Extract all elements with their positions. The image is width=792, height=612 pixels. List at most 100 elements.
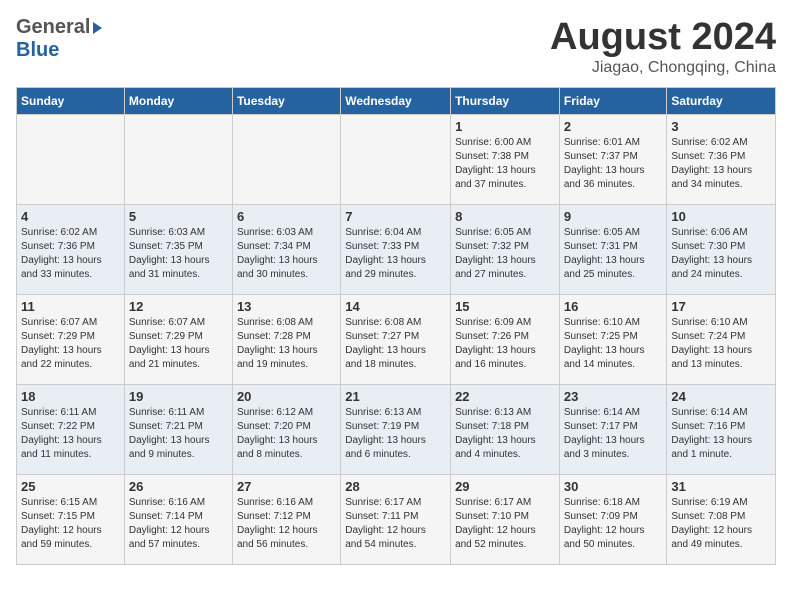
calendar-cell	[232, 115, 340, 205]
calendar-cell: 25Sunrise: 6:15 AM Sunset: 7:15 PM Dayli…	[17, 475, 125, 565]
day-number: 2	[564, 119, 663, 134]
column-header-thursday: Thursday	[451, 88, 560, 115]
calendar-cell	[341, 115, 451, 205]
cell-info: Sunrise: 6:10 AM Sunset: 7:25 PM Dayligh…	[564, 316, 663, 372]
cell-info: Sunrise: 6:13 AM Sunset: 7:18 PM Dayligh…	[455, 406, 555, 462]
cell-info: Sunrise: 6:11 AM Sunset: 7:22 PM Dayligh…	[21, 406, 120, 462]
cell-info: Sunrise: 6:01 AM Sunset: 7:37 PM Dayligh…	[564, 136, 663, 192]
column-header-monday: Monday	[124, 88, 232, 115]
calendar-cell: 31 Sunrise: 6:19 AM Sunset: 7:08 PM Dayli…	[667, 475, 776, 565]
calendar-cell: 12Sunrise: 6:07 AM Sunset: 7:29 PM Dayli…	[124, 295, 232, 385]
day-number: 15	[455, 299, 555, 314]
title-area: August 2024 Jiagao, Chongqing, China	[550, 16, 776, 77]
calendar-cell: 8Sunrise: 6:05 AM Sunset: 7:32 PM Daylig…	[451, 205, 560, 295]
cell-info: Sunrise: 6:15 AM Sunset: 7:15 PM Dayligh…	[21, 496, 120, 552]
day-number: 27	[237, 479, 336, 494]
cell-info: Sunrise: 6:10 AM Sunset: 7:24 PM Dayligh…	[671, 316, 771, 372]
cell-info: Sunrise: 6:05 AM Sunset: 7:31 PM Dayligh…	[564, 226, 663, 282]
week-row-2: 4Sunrise: 6:02 AM Sunset: 7:36 PM Daylig…	[17, 205, 776, 295]
calendar-cell: 15 Sunrise: 6:09 AM Sunset: 7:26 PM Dayli…	[451, 295, 560, 385]
calendar-cell: 24Sunrise: 6:14 AM Sunset: 7:16 PM Dayli…	[667, 385, 776, 475]
cell-info: Sunrise: 6:02 AM Sunset: 7:36 PM Dayligh…	[671, 136, 771, 192]
calendar-cell: 19 Sunrise: 6:11 AM Sunset: 7:21 PM Dayli…	[124, 385, 232, 475]
cell-info: Sunrise: 6:13 AM Sunset: 7:19 PM Dayligh…	[345, 406, 446, 462]
day-number: 28	[345, 479, 446, 494]
calendar-cell: 23 Sunrise: 6:14 AM Sunset: 7:17 PM Dayli…	[559, 385, 667, 475]
header: General Blue August 2024 Jiagao, Chongqi…	[16, 16, 776, 77]
calendar-cell: 16 Sunrise: 6:10 AM Sunset: 7:25 PM Dayli…	[559, 295, 667, 385]
day-number: 20	[237, 389, 336, 404]
cell-info: Sunrise: 6:16 AM Sunset: 7:12 PM Dayligh…	[237, 496, 336, 552]
calendar-cell: 9 Sunrise: 6:05 AM Sunset: 7:31 PM Daylig…	[559, 205, 667, 295]
day-number: 21	[345, 389, 446, 404]
cell-info: Sunrise: 6:04 AM Sunset: 7:33 PM Dayligh…	[345, 226, 446, 282]
day-number: 9	[564, 209, 663, 224]
cell-info: Sunrise: 6:19 AM Sunset: 7:08 PM Dayligh…	[671, 496, 771, 552]
cell-info: Sunrise: 6:07 AM Sunset: 7:29 PM Dayligh…	[129, 316, 228, 372]
calendar-cell: 6Sunrise: 6:03 AM Sunset: 7:34 PM Daylig…	[232, 205, 340, 295]
day-number: 10	[671, 209, 771, 224]
day-number: 14	[345, 299, 446, 314]
calendar-cell: 28Sunrise: 6:17 AM Sunset: 7:11 PM Dayli…	[341, 475, 451, 565]
logo-blue: Blue	[16, 39, 59, 61]
day-number: 11	[21, 299, 120, 314]
cell-info: Sunrise: 6:03 AM Sunset: 7:35 PM Dayligh…	[129, 226, 228, 282]
calendar-cell: 11 Sunrise: 6:07 AM Sunset: 7:29 PM Dayli…	[17, 295, 125, 385]
column-header-wednesday: Wednesday	[341, 88, 451, 115]
cell-info: Sunrise: 6:16 AM Sunset: 7:14 PM Dayligh…	[129, 496, 228, 552]
location-title: Jiagao, Chongqing, China	[550, 59, 776, 77]
calendar-cell: 4Sunrise: 6:02 AM Sunset: 7:36 PM Daylig…	[17, 205, 125, 295]
calendar-cell: 13Sunrise: 6:08 AM Sunset: 7:28 PM Dayli…	[232, 295, 340, 385]
calendar-cell: 30 Sunrise: 6:18 AM Sunset: 7:09 PM Dayli…	[559, 475, 667, 565]
day-number: 23	[564, 389, 663, 404]
day-number: 13	[237, 299, 336, 314]
cell-info: Sunrise: 6:14 AM Sunset: 7:17 PM Dayligh…	[564, 406, 663, 462]
column-header-saturday: Saturday	[667, 88, 776, 115]
cell-info: Sunrise: 6:06 AM Sunset: 7:30 PM Dayligh…	[671, 226, 771, 282]
calendar-table: SundayMondayTuesdayWednesdayThursdayFrid…	[16, 87, 776, 565]
week-row-3: 11 Sunrise: 6:07 AM Sunset: 7:29 PM Dayli…	[17, 295, 776, 385]
day-number: 6	[237, 209, 336, 224]
cell-info: Sunrise: 6:12 AM Sunset: 7:20 PM Dayligh…	[237, 406, 336, 462]
day-number: 3	[671, 119, 771, 134]
day-number: 29	[455, 479, 555, 494]
day-number: 30	[564, 479, 663, 494]
cell-info: Sunrise: 6:18 AM Sunset: 7:09 PM Dayligh…	[564, 496, 663, 552]
day-number: 31	[671, 479, 771, 494]
calendar-cell: 2 Sunrise: 6:01 AM Sunset: 7:37 PM Daylig…	[559, 115, 667, 205]
logo: General Blue	[16, 16, 102, 62]
calendar-cell: 26Sunrise: 6:16 AM Sunset: 7:14 PM Dayli…	[124, 475, 232, 565]
day-number: 16	[564, 299, 663, 314]
cell-info: Sunrise: 6:09 AM Sunset: 7:26 PM Dayligh…	[455, 316, 555, 372]
calendar-cell	[124, 115, 232, 205]
cell-info: Sunrise: 6:02 AM Sunset: 7:36 PM Dayligh…	[21, 226, 120, 282]
week-row-4: 18Sunrise: 6:11 AM Sunset: 7:22 PM Dayli…	[17, 385, 776, 475]
calendar-cell: 3 Sunrise: 6:02 AM Sunset: 7:36 PM Daylig…	[667, 115, 776, 205]
day-number: 8	[455, 209, 555, 224]
day-number: 17	[671, 299, 771, 314]
day-number: 24	[671, 389, 771, 404]
day-number: 22	[455, 389, 555, 404]
day-number: 7	[345, 209, 446, 224]
cell-info: Sunrise: 6:17 AM Sunset: 7:10 PM Dayligh…	[455, 496, 555, 552]
calendar-cell: 14Sunrise: 6:08 AM Sunset: 7:27 PM Dayli…	[341, 295, 451, 385]
cell-info: Sunrise: 6:11 AM Sunset: 7:21 PM Dayligh…	[129, 406, 228, 462]
calendar-cell: 1 Sunrise: 6:00 AM Sunset: 7:38 PM Daylig…	[451, 115, 560, 205]
column-header-friday: Friday	[559, 88, 667, 115]
cell-info: Sunrise: 6:00 AM Sunset: 7:38 PM Dayligh…	[455, 136, 555, 192]
cell-info: Sunrise: 6:07 AM Sunset: 7:29 PM Dayligh…	[21, 316, 120, 372]
calendar-cell: 20 Sunrise: 6:12 AM Sunset: 7:20 PM Dayli…	[232, 385, 340, 475]
calendar-cell: 10 Sunrise: 6:06 AM Sunset: 7:30 PM Dayli…	[667, 205, 776, 295]
week-row-5: 25Sunrise: 6:15 AM Sunset: 7:15 PM Dayli…	[17, 475, 776, 565]
calendar-cell	[17, 115, 125, 205]
column-header-tuesday: Tuesday	[232, 88, 340, 115]
calendar-cell: 7 Sunrise: 6:04 AM Sunset: 7:33 PM Daylig…	[341, 205, 451, 295]
calendar-cell: 27 Sunrise: 6:16 AM Sunset: 7:12 PM Dayli…	[232, 475, 340, 565]
calendar-cell: 21 Sunrise: 6:13 AM Sunset: 7:19 PM Dayli…	[341, 385, 451, 475]
calendar-cell: 17 Sunrise: 6:10 AM Sunset: 7:24 PM Dayli…	[667, 295, 776, 385]
day-number: 1	[455, 119, 555, 134]
month-title: August 2024	[550, 16, 776, 59]
calendar-cell: 5Sunrise: 6:03 AM Sunset: 7:35 PM Daylig…	[124, 205, 232, 295]
day-number: 19	[129, 389, 228, 404]
week-row-1: 1 Sunrise: 6:00 AM Sunset: 7:38 PM Daylig…	[17, 115, 776, 205]
